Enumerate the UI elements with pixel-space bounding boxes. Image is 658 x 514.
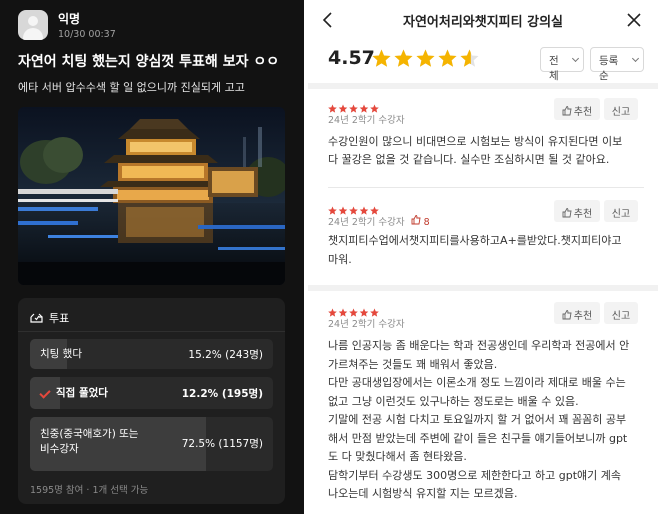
- poll-option-label: 직접 풀었다: [56, 387, 108, 399]
- section-divider: [308, 285, 658, 291]
- post-body: 에타 서버 압수수색 할 일 없으니까 진실되게 고고: [18, 81, 245, 94]
- report-button[interactable]: 신고: [604, 200, 638, 222]
- recommend-button[interactable]: 추천: [554, 200, 600, 222]
- review-text-line: 도 다 맞췄다해서 좀 현타왔음.: [328, 450, 467, 463]
- recommend-label: 추천: [573, 209, 593, 220]
- recommend-label: 추천: [573, 311, 593, 322]
- close-button[interactable]: [624, 10, 644, 30]
- avatar[interactable]: [18, 10, 48, 40]
- poll-option-other[interactable]: 친중(중국애호가) 또는 비수강자 72.5% (1157명): [30, 417, 273, 471]
- review-text-line: 없고 그냥 이런것도 있구나하는 정도로는 배울 수 있음.: [328, 394, 579, 408]
- divider: [328, 187, 644, 188]
- thumbs-up-icon: [562, 309, 572, 323]
- page-title: 자연어처리와챗지피티 강의실: [402, 15, 563, 30]
- close-icon: [627, 13, 641, 27]
- poll: 투표 치팅 했다 15.2% (243명) 직접 풀었다 12.2% (195명…: [18, 298, 285, 504]
- report-label: 신고: [611, 209, 631, 220]
- star-fill: [394, 49, 413, 67]
- chevron-left-icon: [322, 12, 332, 28]
- review-semester: 24년 2학기 수강자: [328, 115, 405, 126]
- review-text-line: 해서 만점 받았는데 주변에 같이 들은 친구들 얘기들어보니까 gpt: [328, 431, 628, 445]
- thumbs-up-icon: [562, 207, 572, 221]
- post-author: 익명: [58, 12, 81, 26]
- star-fill: [416, 49, 435, 67]
- poll-header: 투표: [30, 310, 69, 326]
- poll-option-label: 치팅 했다: [40, 348, 82, 360]
- review-text-line: 다만 공대생입장에서는 이론소개 정도 느낌이라 제대로 배울 수는: [328, 376, 626, 389]
- like-count: 8: [411, 215, 430, 228]
- back-button[interactable]: [318, 10, 338, 30]
- lecture-review-panel: 자연어처리와챗지피티 강의실 4.57 전체 등록순 24년 2학기 수강자 추…: [308, 0, 658, 514]
- review-semester: 24년 2학기 수강자: [328, 319, 405, 330]
- post-title: 자연어 치팅 했는지 양심껏 투표해 보자 ㅇㅇ: [18, 54, 280, 70]
- review-item: 24년 2학기 수강자 8 추천 신고 챗지피티수업에서챗지피티를사용하고A+를…: [328, 200, 646, 272]
- review-text-line: 기말에 전공 시험 다치고 토요일까지 할 거 없어서 꽤 꼼꼼히 공부: [328, 413, 627, 426]
- review-text-line: 마워.: [328, 253, 352, 266]
- poll-title: 투표: [49, 312, 70, 325]
- chevron-down-icon: [631, 54, 640, 63]
- review-text-line: 나름 인공지능 좀 배운다는 학과 전공생인데 우리학과 전공에서 안: [328, 339, 630, 352]
- poll-option-label: 친중(중국애호가) 또는 비수강자: [40, 428, 139, 455]
- recommend-label: 추천: [573, 107, 593, 118]
- rating-stars: [372, 49, 479, 72]
- thumbs-up-icon: [562, 105, 572, 119]
- filter-dropdown-value: 전체: [549, 55, 559, 82]
- chevron-down-icon: [571, 54, 580, 63]
- report-button[interactable]: 신고: [604, 302, 638, 324]
- report-button[interactable]: 신고: [604, 98, 638, 120]
- review-text-line: 다 꿀강은 없을 것 같습니다. 실수만 조심하시면 될 것 같아요.: [328, 153, 610, 166]
- poll-option-value: 72.5% (1157명): [181, 438, 263, 450]
- review-text-line: 담학기부터 수강생도 300명으로 제한한다고 하고 gpt얘기 계속: [328, 468, 622, 482]
- recommend-button[interactable]: 추천: [554, 302, 600, 324]
- review-semester: 24년 2학기 수강자: [328, 217, 405, 228]
- report-label: 신고: [611, 311, 631, 322]
- sort-dropdown[interactable]: 등록순: [590, 47, 644, 82]
- poll-option-solved-myself[interactable]: 직접 풀었다 12.2% (195명): [30, 377, 273, 409]
- post-timestamp: 10/30 00:37: [58, 29, 116, 40]
- review-meta: 24년 2학기 수강자 8: [328, 214, 430, 228]
- post-photo[interactable]: [18, 107, 285, 285]
- report-label: 신고: [611, 107, 631, 118]
- section-divider: [308, 83, 658, 89]
- recommend-button[interactable]: 추천: [554, 98, 600, 120]
- review-item: 24년 2학기 수강자 추천 신고 수강인원이 많으니 비대면으로 시험보는 방…: [328, 98, 646, 178]
- average-rating: 4.57: [328, 47, 375, 69]
- star-fill: [438, 49, 457, 67]
- review-text-line: 가르쳐주는 것들도 꽤 배워서 좋았음.: [328, 357, 498, 371]
- review-text-line: 나오는데 시험방식 유지할 지는 모르겠음.: [328, 487, 518, 500]
- poll-footer: 1595명 참여 · 1개 선택 가능: [30, 485, 149, 496]
- like-count-value: 8: [423, 217, 430, 228]
- review-meta: 24년 2학기 수강자: [328, 112, 405, 126]
- review-item: 24년 2학기 수강자 추천 신고 나름 인공지능 좀 배운다는 학과 전공생인…: [328, 302, 646, 507]
- review-text-line: 챗지피티수업에서챗지피티를사용하고A+를받았다.챗지피티야고: [328, 234, 622, 247]
- poll-option-cheated[interactable]: 치팅 했다 15.2% (243명): [30, 339, 273, 369]
- ballot-box-icon: [30, 312, 43, 326]
- community-post-panel: 익명 10/30 00:37 자연어 치팅 했는지 양심껏 투표해 보자 ㅇㅇ …: [0, 0, 304, 514]
- review-meta: 24년 2학기 수강자: [328, 316, 405, 330]
- sort-dropdown-value: 등록순: [599, 55, 619, 82]
- divider: [18, 331, 285, 332]
- filter-dropdown[interactable]: 전체: [540, 47, 584, 82]
- thumbs-up-icon: [411, 215, 421, 225]
- star-fill: [372, 49, 391, 67]
- review-text-line: 수강인원이 많으니 비대면으로 시험보는 방식이 유지된다면 이보: [328, 135, 623, 148]
- poll-option-value: 12.2% (195명): [181, 388, 263, 400]
- poll-option-value: 15.2% (243명): [188, 349, 263, 361]
